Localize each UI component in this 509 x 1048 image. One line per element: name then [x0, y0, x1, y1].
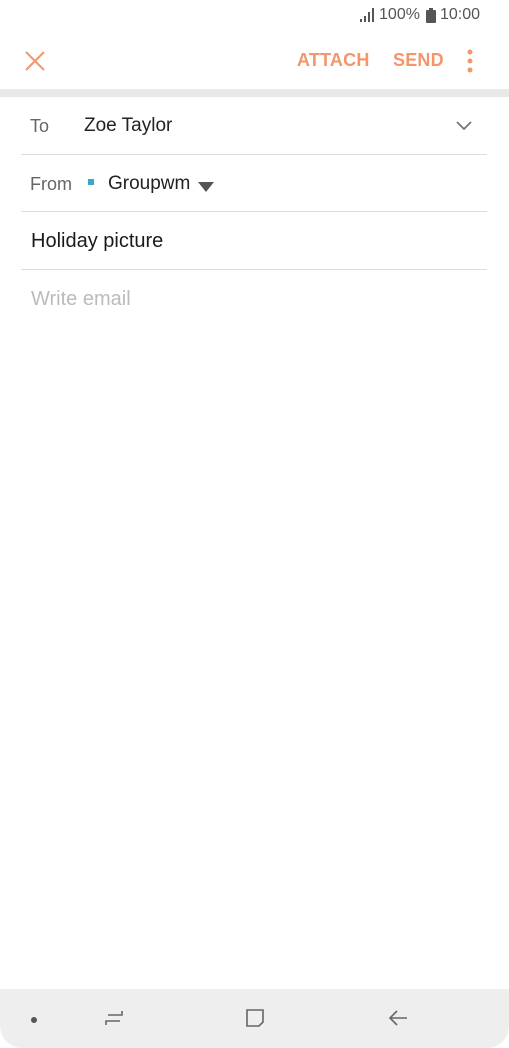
- signal-icon: [359, 8, 375, 22]
- close-icon: [22, 51, 48, 78]
- home-icon[interactable]: [244, 1007, 266, 1029]
- chevron-down-icon[interactable]: [455, 119, 473, 131]
- account-color-indicator: [88, 179, 94, 185]
- from-account[interactable]: Groupwm: [108, 173, 190, 195]
- close-button[interactable]: [22, 48, 48, 74]
- to-label: To: [30, 116, 50, 136]
- from-row[interactable]: From Groupwm: [21, 155, 487, 212]
- from-label: From: [30, 174, 72, 194]
- clock: 10:00: [439, 6, 480, 23]
- to-row[interactable]: To Zoe Taylor: [21, 97, 487, 155]
- battery-percent: 100%: [379, 6, 420, 23]
- navigation-bar: [0, 989, 509, 1048]
- header-divider: [0, 89, 509, 97]
- back-icon[interactable]: [387, 1007, 409, 1029]
- subject-field[interactable]: Holiday picture: [31, 230, 163, 253]
- more-options-button[interactable]: [459, 48, 481, 74]
- battery-icon: [425, 7, 436, 23]
- status-bar: 100% 10:00: [0, 0, 509, 32]
- dropdown-arrow-icon[interactable]: [198, 179, 214, 192]
- attach-button[interactable]: ATTACH: [297, 50, 370, 71]
- send-button[interactable]: SEND: [393, 50, 444, 71]
- email-compose-screen: 100% 10:00 ATTACH SEND To Zoe Taylor Fro…: [0, 0, 509, 1048]
- app-bar: ATTACH SEND: [0, 32, 509, 90]
- email-body-field[interactable]: Write email: [31, 288, 131, 311]
- more-vertical-icon: [459, 49, 481, 78]
- to-recipient[interactable]: Zoe Taylor: [84, 115, 172, 137]
- status-indicators: 100% 10:00: [359, 6, 480, 24]
- nav-dot-indicator: [31, 1017, 37, 1023]
- subject-row[interactable]: Holiday picture: [21, 212, 487, 270]
- recent-apps-icon[interactable]: [103, 1007, 125, 1029]
